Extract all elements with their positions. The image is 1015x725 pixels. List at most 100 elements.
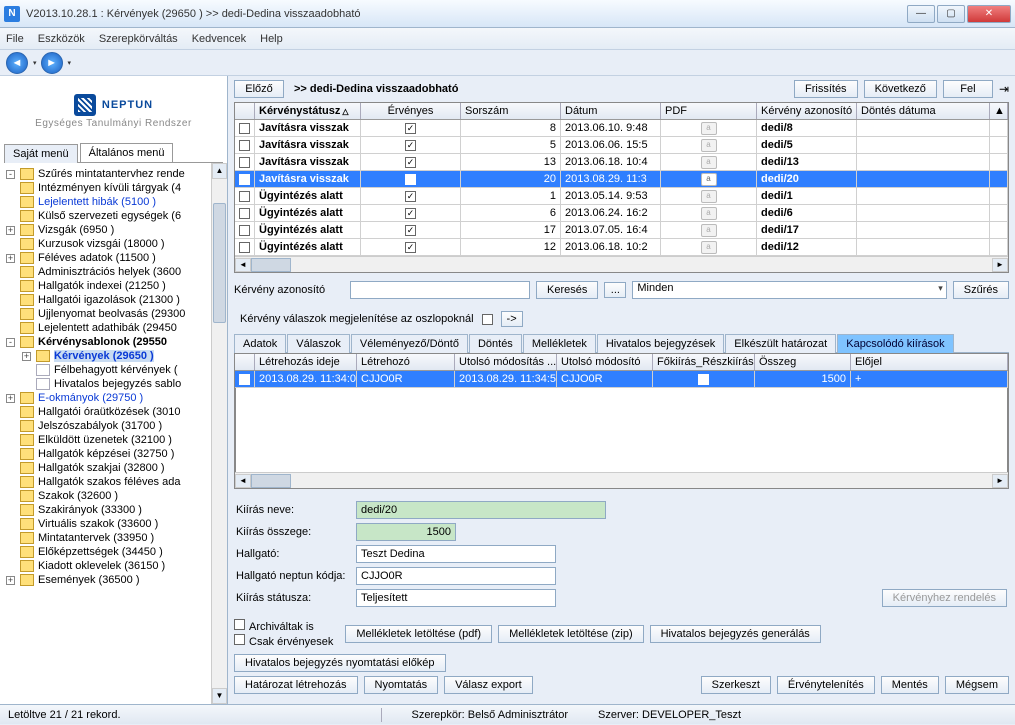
val-statusz[interactable]: Teljesített [356, 589, 556, 607]
tree-item[interactable]: +Vizsgák (6950 ) [2, 223, 225, 237]
g2-hscroll-thumb[interactable] [251, 474, 291, 488]
cell-valid-check[interactable]: ✓ [405, 174, 416, 185]
grid-row[interactable]: Javításra visszak✓132013.06.18. 10:4aded… [235, 154, 1008, 171]
pdf-icon[interactable]: a [701, 224, 717, 237]
nav-back-dropdown[interactable]: ▾ [33, 59, 37, 67]
btn-decree[interactable]: Határozat létrehozás [234, 676, 358, 694]
cell-valid-check[interactable]: ✓ [405, 225, 416, 236]
assign-button[interactable]: Kérvényhez rendelés [882, 589, 1007, 607]
tab-own-menu[interactable]: Saját menü [4, 144, 78, 163]
grid-row[interactable]: Ügyintézés alatt✓172013.07.05. 16:4adedi… [235, 222, 1008, 239]
tree-expand-icon[interactable]: - [6, 170, 15, 179]
tree-item[interactable]: Szakok (32600 ) [2, 489, 225, 503]
tree-item[interactable]: Előképzettségek (34450 ) [2, 545, 225, 559]
tree-item[interactable]: Hivatalos bejegyzés sablo [2, 377, 225, 391]
tree-item[interactable]: Hallgatók szakjai (32800 ) [2, 461, 225, 475]
tree-item[interactable]: +Események (36500 ) [2, 573, 225, 587]
prev-button[interactable]: Előző [234, 80, 284, 98]
col-decision[interactable]: Döntés dátuma [857, 103, 990, 119]
requests-grid[interactable]: Kérvénystátusz△ Érvényes Sorszám Dátum P… [234, 102, 1009, 273]
grid-row[interactable]: Ügyintézés alatt✓122013.06.18. 10:2adedi… [235, 239, 1008, 256]
tree-item[interactable]: Szakirányok (33300 ) [2, 503, 225, 517]
pdf-icon[interactable]: a [701, 139, 717, 152]
tree-expand-icon[interactable]: + [22, 352, 31, 361]
col2-modby[interactable]: Utolsó módosító [557, 354, 653, 370]
grid-row[interactable]: Javításra visszak✓82013.06.10. 9:48adedi… [235, 120, 1008, 137]
grid2-row-check[interactable] [239, 374, 250, 385]
pdf-icon[interactable]: a [701, 241, 717, 254]
btn-preview[interactable]: Hivatalos bejegyzés nyomtatási előkép [234, 654, 446, 672]
row-checkbox[interactable] [239, 157, 250, 168]
col2-main[interactable]: Főkiírás_Részkiírás [653, 354, 755, 370]
tree-item[interactable]: +Féléves adatok (11500 ) [2, 251, 225, 265]
row-checkbox[interactable] [239, 140, 250, 151]
btn-export[interactable]: Válasz export [444, 676, 533, 694]
grid-row[interactable]: Javításra visszak✓202013.08.29. 11:3aded… [235, 171, 1008, 188]
col-scroll-spacer[interactable]: ▲ [990, 103, 1008, 119]
pdf-icon[interactable]: a [701, 122, 717, 135]
col-valid[interactable]: Érvényes [361, 103, 461, 119]
row-checkbox[interactable] [239, 225, 250, 236]
tree-item[interactable]: Kiadott oklevelek (36150 ) [2, 559, 225, 573]
tree-item[interactable]: Hallgatók képzései (32750 ) [2, 447, 225, 461]
btn-gen[interactable]: Hivatalos bejegyzés generálás [650, 625, 821, 643]
pdf-icon[interactable]: a [701, 207, 717, 220]
col-date[interactable]: Dátum [561, 103, 661, 119]
menu-file[interactable]: File [6, 33, 24, 45]
tree-item[interactable]: Ujjlenyomat beolvasás (29300 [2, 307, 225, 321]
cell-valid-check[interactable]: ✓ [405, 123, 416, 134]
grid2-hscroll[interactable]: ◄ ► [235, 472, 1008, 488]
row-checkbox[interactable] [239, 123, 250, 134]
btn-cancel[interactable]: Mégsem [945, 676, 1009, 694]
pdf-icon[interactable]: a [701, 156, 717, 169]
row-checkbox[interactable] [239, 208, 250, 219]
tab-hatarozat[interactable]: Elkészült határozat [725, 334, 836, 353]
tab-kapcsolodo[interactable]: Kapcsolódó kiírások [837, 334, 953, 353]
filter-select[interactable]: Minden [632, 281, 946, 299]
col-pdf[interactable]: PDF [661, 103, 757, 119]
tree-item[interactable]: Külső szervezeti egységek (6 [2, 209, 225, 223]
mid-go-button[interactable]: -> [501, 311, 523, 327]
row-checkbox[interactable] [239, 191, 250, 202]
tree-item[interactable]: Félbehagyott kérvények ( [2, 363, 225, 377]
grid-row[interactable]: Ügyintézés alatt✓12013.05.14. 9:53adedi/… [235, 188, 1008, 205]
tree-item[interactable]: Hallgatók indexei (21250 ) [2, 279, 225, 293]
menu-help[interactable]: Help [260, 33, 283, 45]
pdf-icon[interactable]: a [701, 190, 717, 203]
btn-print[interactable]: Nyomtatás [364, 676, 439, 694]
hscroll-right-icon[interactable]: ► [992, 258, 1008, 272]
tree-expand-icon[interactable]: + [6, 394, 15, 403]
tab-mellekletek[interactable]: Mellékletek [523, 334, 596, 353]
tree-item[interactable]: Elküldött üzenetek (32100 ) [2, 433, 225, 447]
cell-valid-check[interactable]: ✓ [405, 140, 416, 151]
btn-att-pdf[interactable]: Mellékletek letöltése (pdf) [345, 625, 492, 643]
scroll-thumb[interactable] [213, 203, 226, 323]
col2-modts[interactable]: Utolsó módosítás ... [455, 354, 557, 370]
tab-general-menu[interactable]: Általános menü [80, 143, 174, 162]
tab-velemenyezo[interactable]: Véleményező/Döntő [351, 334, 468, 353]
grid2-row[interactable]: 2013.08.29. 11:34:0 CJJO0R 2013.08.29. 1… [235, 371, 1008, 388]
g2-hscroll-left-icon[interactable]: ◄ [235, 474, 251, 488]
refresh-button[interactable]: Frissítés [794, 80, 858, 98]
tree-expand-icon[interactable]: - [6, 338, 15, 347]
col-status[interactable]: Kérvénystátusz [259, 105, 340, 117]
tab-valaszok[interactable]: Válaszok [287, 334, 350, 353]
btn-inval[interactable]: Érvénytelenítés [777, 676, 875, 694]
tree-item[interactable]: -Szűrés mintatantervhez rende [2, 167, 225, 181]
tab-hivatalos[interactable]: Hivatalos bejegyzések [597, 334, 724, 353]
scroll-down-icon[interactable]: ▼ [212, 688, 227, 704]
close-button[interactable]: ✕ [967, 5, 1011, 23]
cell-valid-check[interactable]: ✓ [405, 242, 416, 253]
tree-item[interactable]: Hallgatók szakos féléves ada [2, 475, 225, 489]
val-neptun[interactable]: CJJO0R [356, 567, 556, 585]
tree-item[interactable]: Kurzusok vizsgái (18000 ) [2, 237, 225, 251]
tree-item[interactable]: Intézményen kívüli tárgyak (4 [2, 181, 225, 195]
tree-item[interactable]: Virtuális szakok (33600 ) [2, 517, 225, 531]
search-button[interactable]: Keresés [536, 281, 598, 299]
tree-item[interactable]: Hallgatói óraütközések (3010 [2, 405, 225, 419]
col2-amount[interactable]: Összeg [755, 354, 851, 370]
menu-role[interactable]: Szerepkörváltás [99, 33, 178, 45]
nav-fwd-dropdown[interactable]: ▾ [68, 59, 72, 67]
menu-fav[interactable]: Kedvencek [192, 33, 246, 45]
tree-item[interactable]: Jelszószabályok (31700 ) [2, 419, 225, 433]
